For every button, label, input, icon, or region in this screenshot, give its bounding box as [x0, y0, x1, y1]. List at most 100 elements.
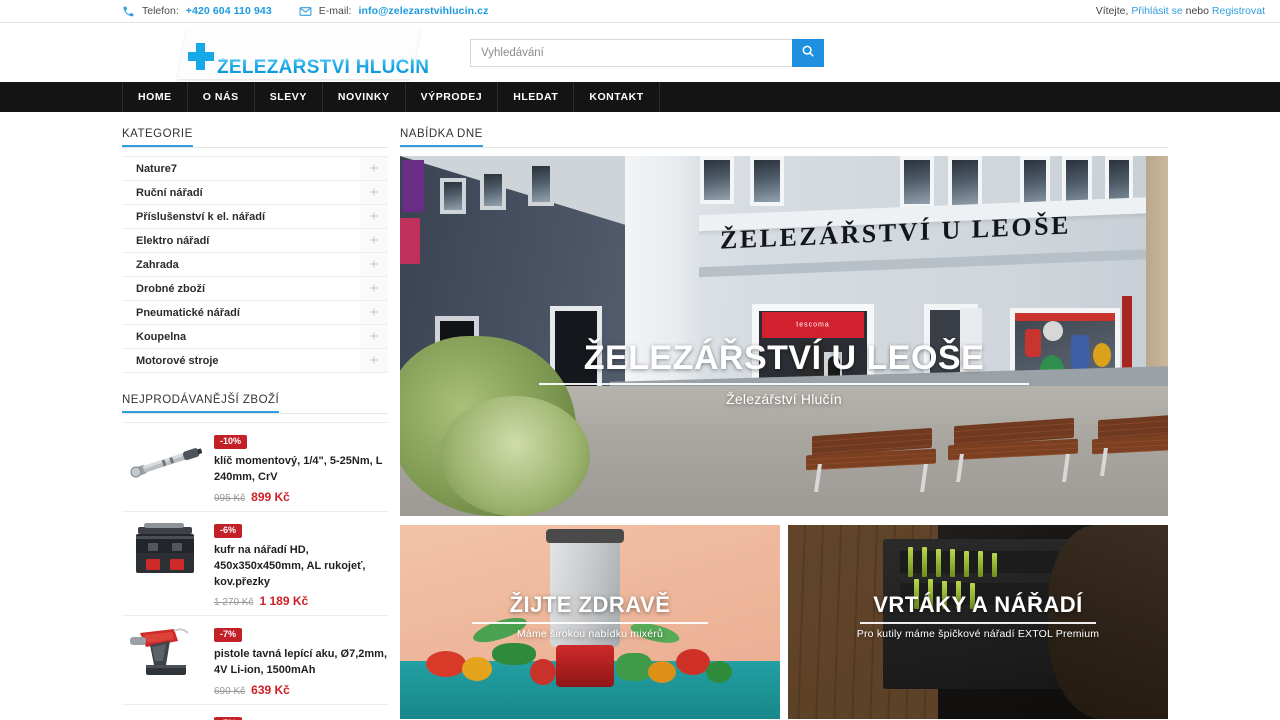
plus-icon[interactable]: + — [360, 301, 388, 324]
list-item[interactable]: -6% kufr na nářadí HD, 450x350x450mm, AL… — [122, 512, 388, 617]
category-list: Nature7 + Ruční nářadí + Příslušenství k… — [122, 156, 388, 373]
offer-title: NABÍDKA DNE — [400, 128, 483, 147]
promo-banner-health[interactable]: ŽIJTE ZDRAVĚ Máme širokou nabídku mixérů — [400, 525, 780, 719]
plus-icon[interactable]: + — [360, 229, 388, 252]
search-button[interactable] — [792, 38, 824, 67]
category-label: Příslušenství k el. nářadí — [136, 210, 266, 223]
plus-icon[interactable]: + — [360, 325, 388, 348]
login-link[interactable]: Přihlásit se — [1131, 5, 1182, 17]
product-name[interactable]: pistole tavná lepící aku, Ø7,2mm, 4V Li-… — [214, 647, 388, 679]
plus-icon[interactable]: + — [360, 277, 388, 300]
plus-icon[interactable]: + — [360, 349, 388, 372]
sidebar-item-zahrada[interactable]: Zahrada + — [122, 253, 388, 277]
phone-value[interactable]: +420 604 110 943 — [186, 5, 272, 17]
email-value[interactable]: info@zelezarstvihlucin.cz — [358, 5, 488, 17]
hero-title: ŽELEZÁŘSTVÍ U LEOŠE — [583, 339, 985, 377]
discount-badge: -6% — [214, 523, 243, 538]
main-navigation: HOME O NÁS SLEVY NOVINKY VÝPRODEJ HLEDAT… — [0, 82, 1280, 112]
nav-item-vyprodej[interactable]: VÝPRODEJ — [406, 82, 499, 112]
nav-item-o-nas[interactable]: O NÁS — [188, 82, 255, 112]
sidebar-item-koupelna[interactable]: Koupelna + — [122, 325, 388, 349]
offer-header: NABÍDKA DNE — [400, 124, 1168, 148]
bestseller-list: -10% klíč momentový, 1/4", 5-25Nm, L 240… — [122, 422, 388, 720]
or-text: nebo — [1185, 5, 1209, 17]
price-row: 995 Kč 899 Kč — [214, 490, 388, 504]
sidebar-item-elektro-naradi[interactable]: Elektro nářadí + — [122, 229, 388, 253]
product-name[interactable]: klíč momentový, 1/4", 5-25Nm, L 240mm, C… — [214, 454, 388, 486]
promo-banner-tools[interactable]: VRTÁKY A NÁŘADÍ Pro kutily máme špičkové… — [788, 525, 1168, 719]
sidebar-item-nature7[interactable]: Nature7 + — [122, 157, 388, 181]
plus-icon[interactable]: + — [360, 205, 388, 228]
search-icon — [801, 44, 815, 61]
sidebar: KATEGORIE Nature7 + Ruční nářadí + Přísl… — [122, 124, 388, 720]
window-brand-text: tescoma — [796, 321, 830, 329]
price-new: 639 Kč — [251, 683, 290, 698]
list-item[interactable]: -10% klíč momentový, 1/4", 5-25Nm, L 240… — [122, 423, 388, 512]
bench-1 — [806, 427, 936, 492]
search-bar — [470, 38, 824, 67]
neighbour-sign-purple — [402, 160, 424, 212]
plus-icon[interactable]: + — [360, 157, 388, 180]
sidebar-item-prislusenstvi[interactable]: Příslušenství k el. nářadí + — [122, 205, 388, 229]
sidebar-item-motorove-stroje[interactable]: Motorové stroje + — [122, 349, 388, 373]
promo-banner-row: ŽIJTE ZDRAVĚ Máme širokou nabídku mixérů — [400, 525, 1168, 719]
nav-item-home[interactable]: HOME — [122, 82, 188, 112]
category-label: Zahrada — [136, 258, 179, 271]
sidebar-item-rucni-naradi[interactable]: Ruční nářadí + — [122, 181, 388, 205]
price-old: 1 270 Kč — [214, 597, 254, 609]
caption-rule — [539, 382, 1029, 385]
account-links: Vítejte, Přihlásit se nebo Registrovat — [1096, 5, 1265, 17]
product-info: -6% kufr na nářadí HD, 450x350x450mm, AL… — [214, 519, 388, 609]
sidebar-item-drobne-zbozi[interactable]: Drobné zboží + — [122, 277, 388, 301]
category-label: Koupelna — [136, 330, 187, 343]
site-logo[interactable]: ŽELEZÁŘSTVÍ HLUČÍN — [176, 25, 429, 81]
storefront-photo: ŽELEZÁŘSTVÍ U LEOŠE tescoma — [400, 156, 1168, 516]
phone-label: Telefon: — [142, 5, 179, 17]
list-item[interactable]: -7% bruska úhlová, 125mm, 850W 1 550 Kč … — [122, 705, 388, 720]
category-label: Elektro nářadí — [136, 234, 210, 247]
sidebar-item-pneumaticke-naradi[interactable]: Pneumatické nářadí + — [122, 301, 388, 325]
product-name[interactable]: kufr na nářadí HD, 450x350x450mm, AL ruk… — [214, 543, 388, 591]
plus-icon[interactable]: + — [360, 253, 388, 276]
bush-small — [440, 396, 590, 516]
category-label: Pneumatické nářadí — [136, 306, 240, 319]
price-old: 995 Kč — [214, 492, 246, 504]
register-link[interactable]: Registrovat — [1212, 5, 1265, 17]
caption-rule — [860, 622, 1096, 625]
bestsellers-section: NEJPRODÁVANĚJŠÍ ZBOŽÍ -10% klíč momentov… — [122, 390, 388, 720]
greeting-text: Vítejte, — [1095, 5, 1129, 17]
torque-wrench-photo — [122, 430, 208, 492]
top-info-bar: Telefon: +420 604 110 943 E-mail: info@z… — [0, 0, 1280, 23]
neighbour-sign-pink — [400, 218, 420, 264]
angle-grinder-photo — [122, 712, 208, 720]
discount-badge: -10% — [214, 435, 248, 449]
discount-badge: -7% — [214, 628, 243, 643]
nav-item-kontakt[interactable]: KONTAKT — [574, 82, 660, 112]
price-new: 1 189 Kč — [259, 594, 309, 609]
banner-title: VRTÁKY A NÁŘADÍ — [873, 592, 1083, 617]
banner-subtitle: Máme širokou nabídku mixérů — [516, 628, 664, 641]
nav-item-novinky[interactable]: NOVINKY — [323, 82, 406, 112]
search-input[interactable] — [470, 38, 792, 67]
banner-caption: VRTÁKY A NÁŘADÍ Pro kutily máme špičkové… — [788, 593, 1168, 640]
banner-subtitle: Pro kutily máme špičkové nářadí EXTOL Pr… — [856, 628, 1100, 641]
bestsellers-header: NEJPRODÁVANĚJŠÍ ZBOŽÍ — [122, 390, 388, 414]
bench-2 — [948, 417, 1078, 482]
envelope-icon — [299, 5, 312, 18]
plus-cross-icon — [188, 42, 214, 73]
email-label: E-mail: — [318, 5, 352, 17]
hero-subtitle: Železářství Hlučín — [726, 390, 842, 407]
nav-item-hledat[interactable]: HLEDAT — [498, 82, 575, 112]
plus-icon[interactable]: + — [360, 181, 388, 204]
page-main: KATEGORIE Nature7 + Ruční nářadí + Přísl… — [0, 112, 1280, 720]
nav-item-slevy[interactable]: SLEVY — [255, 82, 323, 112]
logo-text: ŽELEZÁŘSTVÍ HLUČÍN — [217, 56, 430, 78]
tool-case-photo — [122, 518, 208, 581]
product-info: -7% bruska úhlová, 125mm, 850W 1 550 Kč … — [214, 712, 388, 720]
hero-banner[interactable]: ŽELEZÁŘSTVÍ U LEOŠE tescoma ŽELEZÁŘSTVÍ … — [400, 156, 1168, 516]
caption-rule — [472, 622, 708, 625]
content-column: NABÍDKA DNE ŽELEZÁŘSTVÍ U LEOŠE tescoma … — [400, 124, 1168, 720]
list-item[interactable]: -7% pistole tavná lepící aku, Ø7,2mm, 4V… — [122, 616, 388, 706]
site-header: ŽELEZÁŘSTVÍ HLUČÍN — [0, 23, 1280, 82]
price-new: 899 Kč — [251, 489, 290, 504]
